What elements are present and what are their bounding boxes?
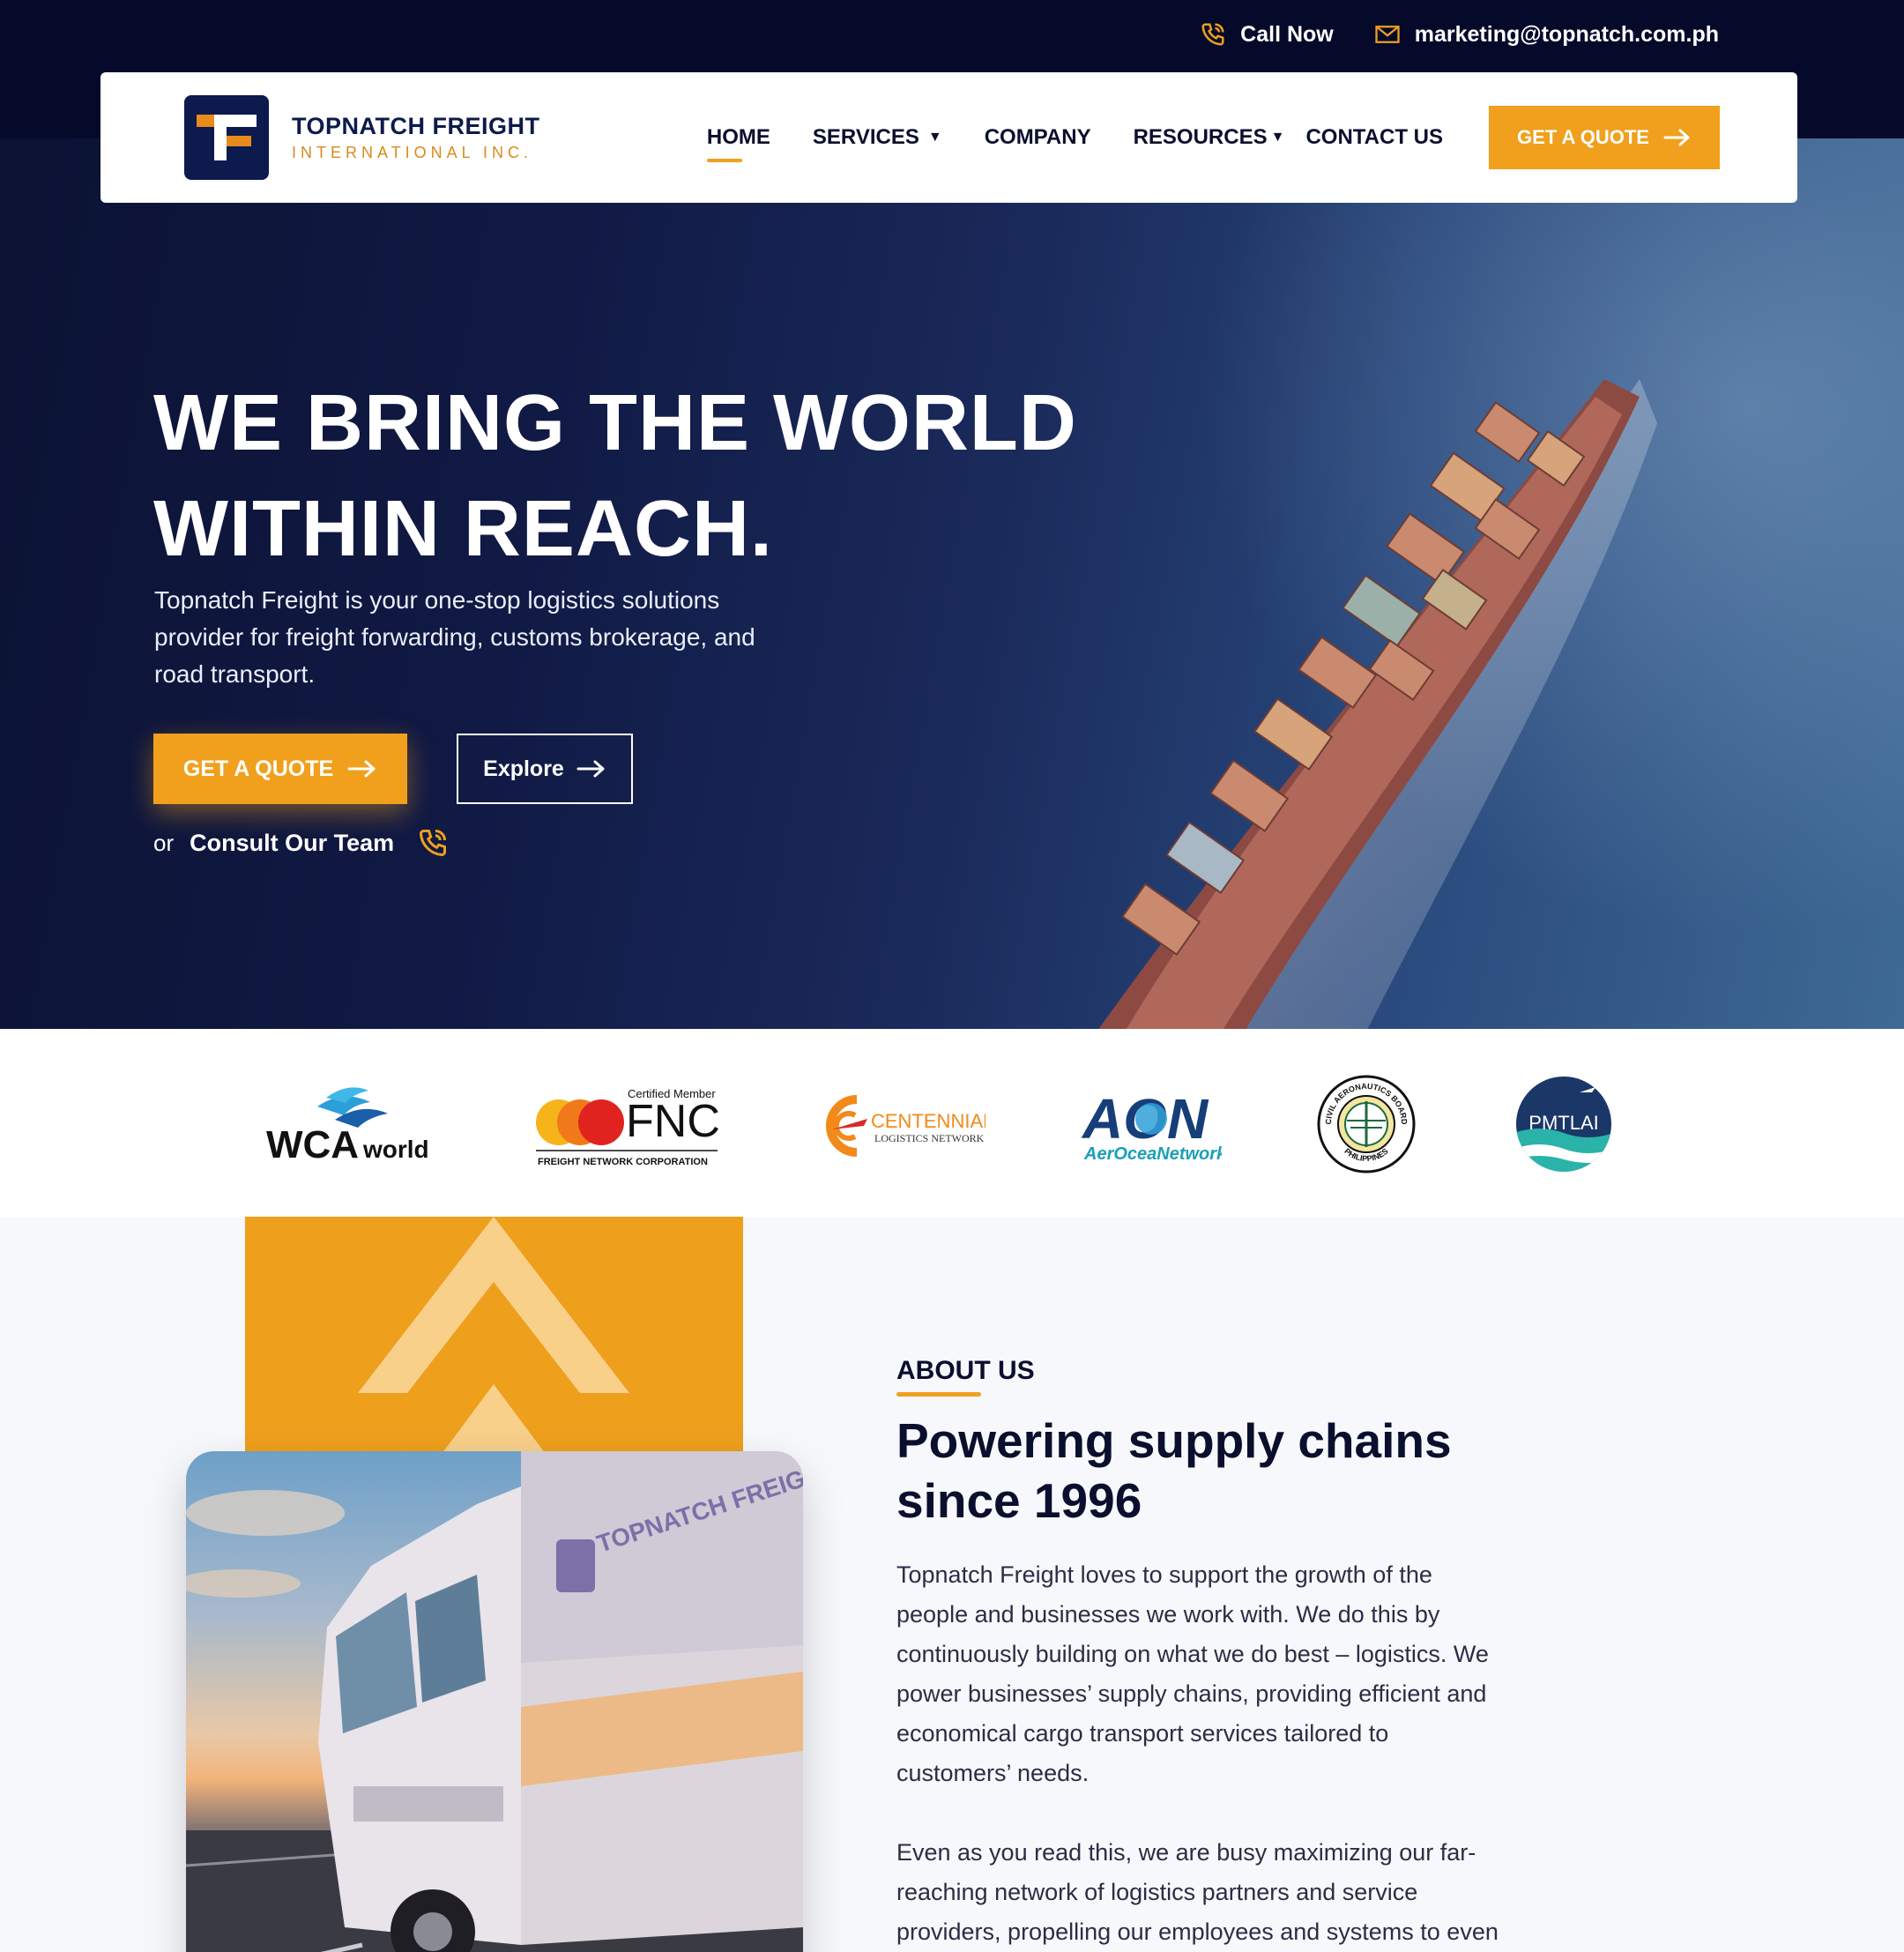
nav-home[interactable]: HOME	[706, 125, 770, 162]
arrow-right-icon	[347, 760, 376, 778]
nav-resources-label: RESOURCES	[1133, 125, 1268, 149]
about-p1-line: customers’ needs.	[896, 1760, 1090, 1786]
hero-title-line2: WITHIN REACH.	[153, 485, 773, 573]
about-us-label: ABOUT US	[896, 1356, 1035, 1397]
brand-logo[interactable]: TOPNATCH FREIGHT INTERNATIONAL INC.	[184, 95, 540, 180]
hero-get-quote-label: GET A QUOTE	[182, 756, 334, 781]
wca-world-logo: WCA world	[264, 1071, 436, 1177]
hero-get-quote-button[interactable]: GET A QUOTE	[153, 734, 407, 804]
email-link[interactable]: marketing@topnatch.com.ph	[1374, 21, 1719, 48]
email-address: marketing@topnatch.com.ph	[1414, 21, 1719, 47]
truck-photo: TOPNATCH FREIGHT	[186, 1451, 803, 1952]
hero-title: WE BRING THE WORLD WITHIN REACH.	[153, 370, 1077, 582]
nav-home-label: HOME	[706, 125, 770, 149]
wca-text: WCA	[266, 1123, 359, 1166]
about-p1-line: power businesses’ supply chains, providi…	[896, 1680, 1487, 1707]
logo-mark-icon	[184, 95, 269, 180]
consult-label: Consult Our Team	[190, 829, 395, 856]
phone-icon	[1201, 23, 1224, 46]
nav-get-quote-button[interactable]: GET A QUOTE	[1489, 106, 1720, 169]
about-p1-line: economical cargo transport services tail…	[896, 1720, 1389, 1747]
brand-tagline: INTERNATIONAL INC.	[292, 144, 533, 161]
pmtlai-logo: PMTLAI	[1514, 1071, 1613, 1177]
about-p1-line: Topnatch Freight loves to support the gr…	[896, 1561, 1432, 1588]
brand-name: TOPNATCH FREIGHT	[292, 113, 540, 139]
about-p1-line: continuously building on what we do best…	[896, 1641, 1489, 1667]
about-p1-line: people and businesses we work with. We d…	[896, 1601, 1440, 1628]
wca-world-text: world	[362, 1136, 429, 1163]
arrow-right-icon	[576, 760, 605, 778]
about-p2-line: Even as you read this, we are busy maxim…	[896, 1839, 1476, 1866]
call-now-link[interactable]: Call Now	[1200, 21, 1334, 48]
aeroceanetwork-logo: AON AerOceaNetwork	[1081, 1071, 1222, 1177]
main-navbar: TOPNATCH FREIGHT INTERNATIONAL INC. HOME…	[100, 72, 1797, 203]
fnc-logo: Certified Member FNC FREIGHT NETWORK COR…	[534, 1071, 719, 1177]
consult-team-link[interactable]: or Consult Our Team	[153, 827, 449, 859]
hero-section: Call Now marketing@topnatch.com.ph TOPNA…	[0, 0, 1904, 1029]
civil-aeronautics-board-seal: CIVIL AERONAUTICS BOARD PHILIPPINES	[1317, 1071, 1416, 1177]
nav-menu: HOME SERVICES ▼ COMPANY RESOURCES ▼ CONTAC…	[706, 125, 1443, 162]
hero-explore-button[interactable]: Explore	[457, 734, 633, 804]
nav-company-label: COMPANY	[984, 125, 1091, 149]
orange-chevron-block	[245, 1217, 743, 1481]
hero-subtitle: Topnatch Freight is your one-stop logist…	[154, 586, 755, 688]
arrow-right-icon	[1663, 129, 1690, 146]
nav-resources[interactable]: RESOURCES ▼	[1134, 125, 1285, 150]
envelope-icon	[1375, 26, 1400, 43]
logo-text: TOPNATCH FREIGHT INTERNATIONAL INC.	[292, 113, 540, 162]
fnc-text: FNC	[626, 1096, 719, 1147]
nav-contact-us[interactable]: CONTACT US	[1305, 125, 1443, 150]
caret-down-icon: ▼	[1270, 130, 1285, 145]
about-paragraph-2: Even as you read this, we are busy maxim…	[896, 1833, 1602, 1952]
about-p2-line: reaching network of logistics partners a…	[896, 1879, 1418, 1905]
nav-services-label: SERVICES	[812, 125, 919, 149]
about-title-line1: Powering supply chains	[896, 1413, 1452, 1468]
fnc-subtitle-text: FREIGHT NETWORK CORPORATION	[538, 1157, 708, 1167]
hero-explore-label: Explore	[483, 756, 564, 781]
centennial-sub-text: LOGISTICS NETWORK	[874, 1132, 985, 1144]
about-title: Powering supply chains since 1996	[896, 1411, 1619, 1531]
about-p2-line: providers, propelling our employees and …	[896, 1918, 1499, 1945]
hero-title-line1: WE BRING THE WORLD	[153, 379, 1077, 467]
call-now-label: Call Now	[1240, 21, 1334, 47]
pmtlai-text: PMTLAI	[1528, 1112, 1598, 1134]
nav-company[interactable]: COMPANY	[985, 125, 1091, 150]
caret-down-icon: ▼	[927, 130, 942, 145]
nav-services[interactable]: SERVICES ▼	[813, 125, 942, 150]
consult-prefix: or	[153, 829, 175, 856]
phone-icon	[420, 830, 447, 857]
nav-get-quote-label: GET A QUOTE	[1517, 126, 1649, 148]
about-paragraph-1: Topnatch Freight loves to support the gr…	[896, 1555, 1602, 1793]
about-section: TOPNATCH FREIGHT ABOUT US Powering suppl…	[0, 1217, 1904, 1952]
centennial-text: CENTENNIAL	[871, 1110, 985, 1132]
partner-logos-strip: WCA world Certified Member FNC FREIGHT N…	[0, 1029, 1904, 1217]
nav-contact-label: CONTACT US	[1305, 125, 1443, 149]
aon-sub-text: AerOceaNetwork	[1083, 1144, 1222, 1164]
about-title-line2: since 1996	[896, 1473, 1142, 1528]
centennial-logo: CENTENNIAL LOGISTICS NETWORK	[813, 1071, 985, 1177]
top-contact-bar: Call Now marketing@topnatch.com.ph	[1200, 21, 1719, 48]
